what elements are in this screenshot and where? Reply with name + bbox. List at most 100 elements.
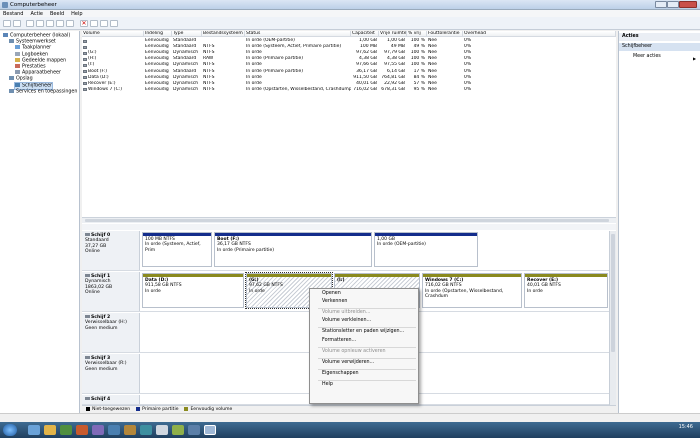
partition[interactable]: Recover (E:) 40,01 GB NTFS In orde <box>524 273 608 308</box>
tree-item-9[interactable]: Services en toepassingen <box>9 88 77 95</box>
table-cell: 97,55 GB <box>384 62 405 68</box>
folder-icon <box>9 39 14 44</box>
table-row[interactable]: (H:) Eenvoudig Standaard RAW In orde (Primai… <box>82 56 616 62</box>
horizontal-scrollbar[interactable] <box>82 217 616 223</box>
clock[interactable]: 15:46 <box>679 424 693 430</box>
maximize-button[interactable] <box>667 1 679 8</box>
app-icon-8[interactable] <box>140 425 152 435</box>
disk-label[interactable]: Schijf 0 Standaard 37,27 GB Online <box>82 231 140 270</box>
table-cell: Dynamisch <box>173 50 199 56</box>
table-row[interactable]: Windows 7 (C:) Eenvoudig Dynamisch NTFS In o… <box>82 87 616 93</box>
table-row[interactable]: Data (D:) Eenvoudig Dynamisch NTFS In orde 91… <box>82 75 616 81</box>
ie-icon[interactable] <box>28 425 40 435</box>
context-menu-item[interactable]: Openen <box>322 291 341 297</box>
disk-label[interactable]: Schijf 3 Verwisselbaar (R:) Geen medium <box>82 354 140 393</box>
delete-icon[interactable]: ✕ <box>80 20 88 27</box>
column-header[interactable]: Capaciteit <box>351 31 379 37</box>
disk-label[interactable]: Schijf 2 Verwisselbaar (H:) Geen medium <box>82 313 140 352</box>
table-cell: In orde (Primaire partitie) <box>246 56 304 62</box>
up-icon[interactable] <box>26 20 34 27</box>
table-row[interactable]: (I:) Eenvoudig Dynamisch NTFS In orde 97,66 G… <box>82 62 616 68</box>
media-player-icon[interactable] <box>60 425 72 435</box>
partition[interactable]: Data (D:) 911,58 GB NTFS In orde <box>142 273 244 308</box>
app-icon-10[interactable] <box>172 425 184 435</box>
column-header[interactable]: Indeling <box>144 31 172 37</box>
column-header[interactable]: Fouttolerantie <box>427 31 463 37</box>
more-actions-link[interactable]: Meer acties <box>619 53 700 61</box>
context-menu-item[interactable]: Volume verwijderen... <box>322 360 374 366</box>
tree-item-3[interactable]: Logboeken <box>15 51 48 58</box>
tree-item-8[interactable]: Schijfbeheer <box>14 81 53 90</box>
minimize-button[interactable] <box>655 1 667 8</box>
properties-icon[interactable] <box>56 20 64 27</box>
partition[interactable]: Windows 7 (C:) 716,02 GB NTFS In orde (Ops… <box>422 273 522 308</box>
app-icon-7[interactable] <box>124 425 136 435</box>
explorer-icon[interactable] <box>44 425 56 435</box>
table-cell: 0% <box>464 86 472 92</box>
column-header[interactable]: Status <box>245 31 351 37</box>
context-menu-item[interactable]: Verkennen <box>322 299 347 305</box>
refresh-icon[interactable] <box>66 20 74 27</box>
app-icon-6[interactable] <box>108 425 120 435</box>
disk-row[interactable]: Schijf 0 Standaard 37,27 GB Online 100 MB NT… <box>82 231 616 271</box>
disk-label[interactable]: Schijf 4 <box>82 395 140 404</box>
table-cell: Eenvoudig <box>145 80 169 86</box>
tree-item-6[interactable]: Apparaatbeheer <box>15 70 61 76</box>
help-icon[interactable] <box>46 20 54 27</box>
tree-item-1[interactable]: Systeemwerkset <box>9 39 56 45</box>
divider <box>82 224 616 230</box>
app-icon-11[interactable] <box>188 425 200 435</box>
column-header[interactable]: Volume <box>82 31 144 37</box>
tree-item-2[interactable]: Taakplanner <box>15 45 51 51</box>
table-row[interactable]: Eenvoudig Standaard In orde (OEM-partitie)… <box>82 38 616 44</box>
tree-item-7[interactable]: Opslag <box>9 76 33 82</box>
tree-item-0[interactable]: Computerbeheer (lokaal) <box>3 33 70 39</box>
context-menu-item[interactable]: Eigenschappen <box>322 371 359 377</box>
table-cell: In orde (Systeem, Actief, Primaire parti… <box>246 44 342 50</box>
drive-icon <box>83 82 87 86</box>
close-button[interactable] <box>679 1 697 8</box>
column-header[interactable]: % vrij <box>407 31 427 37</box>
context-menu-item[interactable]: Stationsletter en paden wijzigen... <box>322 329 404 335</box>
table-row[interactable]: Eenvoudig Standaard NTFS In orde (Systeem, … <box>82 44 616 50</box>
partition[interactable]: 100 MB NTFS In orde (Systeem, Actief, Pri… <box>142 232 212 267</box>
console-tree-icon[interactable] <box>36 20 44 27</box>
actions-section-schijfbeheer[interactable]: Schijfbeheer <box>619 43 700 51</box>
partition-color-bar <box>335 274 419 277</box>
back-icon[interactable] <box>3 20 11 27</box>
column-header[interactable]: Type <box>172 31 202 37</box>
scroll-thumb[interactable] <box>611 234 615 352</box>
firefox-icon[interactable] <box>76 425 88 435</box>
app-icon-5[interactable] <box>92 425 104 435</box>
column-header[interactable]: Bestandssysteem <box>202 31 245 37</box>
table-row[interactable]: Boot (F:) Eenvoudig Standaard NTFS In orde (… <box>82 69 616 75</box>
search-icon[interactable] <box>100 20 108 27</box>
start-button[interactable] <box>3 424 17 436</box>
table-row[interactable]: (G:) Eenvoudig Dynamisch NTFS In orde 97,62 G… <box>82 50 616 56</box>
table-cell: 911,50 GB <box>353 74 377 80</box>
column-header[interactable]: Vrije ruimte <box>379 31 407 37</box>
partition[interactable]: 1,00 GB In orde (OEM-partitie) <box>374 232 478 267</box>
tree-item-5[interactable]: Prestaties <box>15 64 46 70</box>
context-menu-item[interactable]: Volume verkleinen... <box>322 318 371 324</box>
computer-management-taskbar-icon[interactable] <box>204 425 216 435</box>
app-icon-9[interactable] <box>156 425 168 435</box>
forward-icon[interactable] <box>13 20 21 27</box>
table-cell: Nee <box>428 56 437 62</box>
table-cell: 100 MB <box>360 44 377 50</box>
table-row[interactable]: Recover (E:) Eenvoudig Dynamisch NTFS In ord… <box>82 81 616 87</box>
table-cell: Standaard <box>173 56 197 62</box>
partition[interactable]: Boot (F:) 36,17 GB NTFS In orde (Primaire … <box>214 232 372 267</box>
context-menu-item[interactable]: Help <box>322 382 333 388</box>
settings-icon[interactable] <box>110 20 118 27</box>
column-header[interactable]: Overhead <box>463 31 616 37</box>
disk-label[interactable]: Schijf 1 Dynamisch 1863,02 GB Online <box>82 272 140 311</box>
scroll-thumb[interactable] <box>85 219 609 222</box>
table-cell: 49 % <box>413 44 425 50</box>
table-cell: Nee <box>428 38 437 43</box>
open-icon[interactable] <box>90 20 98 27</box>
vertical-scrollbar[interactable] <box>609 231 616 405</box>
drive-icon <box>83 63 87 67</box>
context-menu-item[interactable]: Formatteren... <box>322 338 356 344</box>
tree-item-4[interactable]: Gedeelde mappen <box>15 57 66 64</box>
